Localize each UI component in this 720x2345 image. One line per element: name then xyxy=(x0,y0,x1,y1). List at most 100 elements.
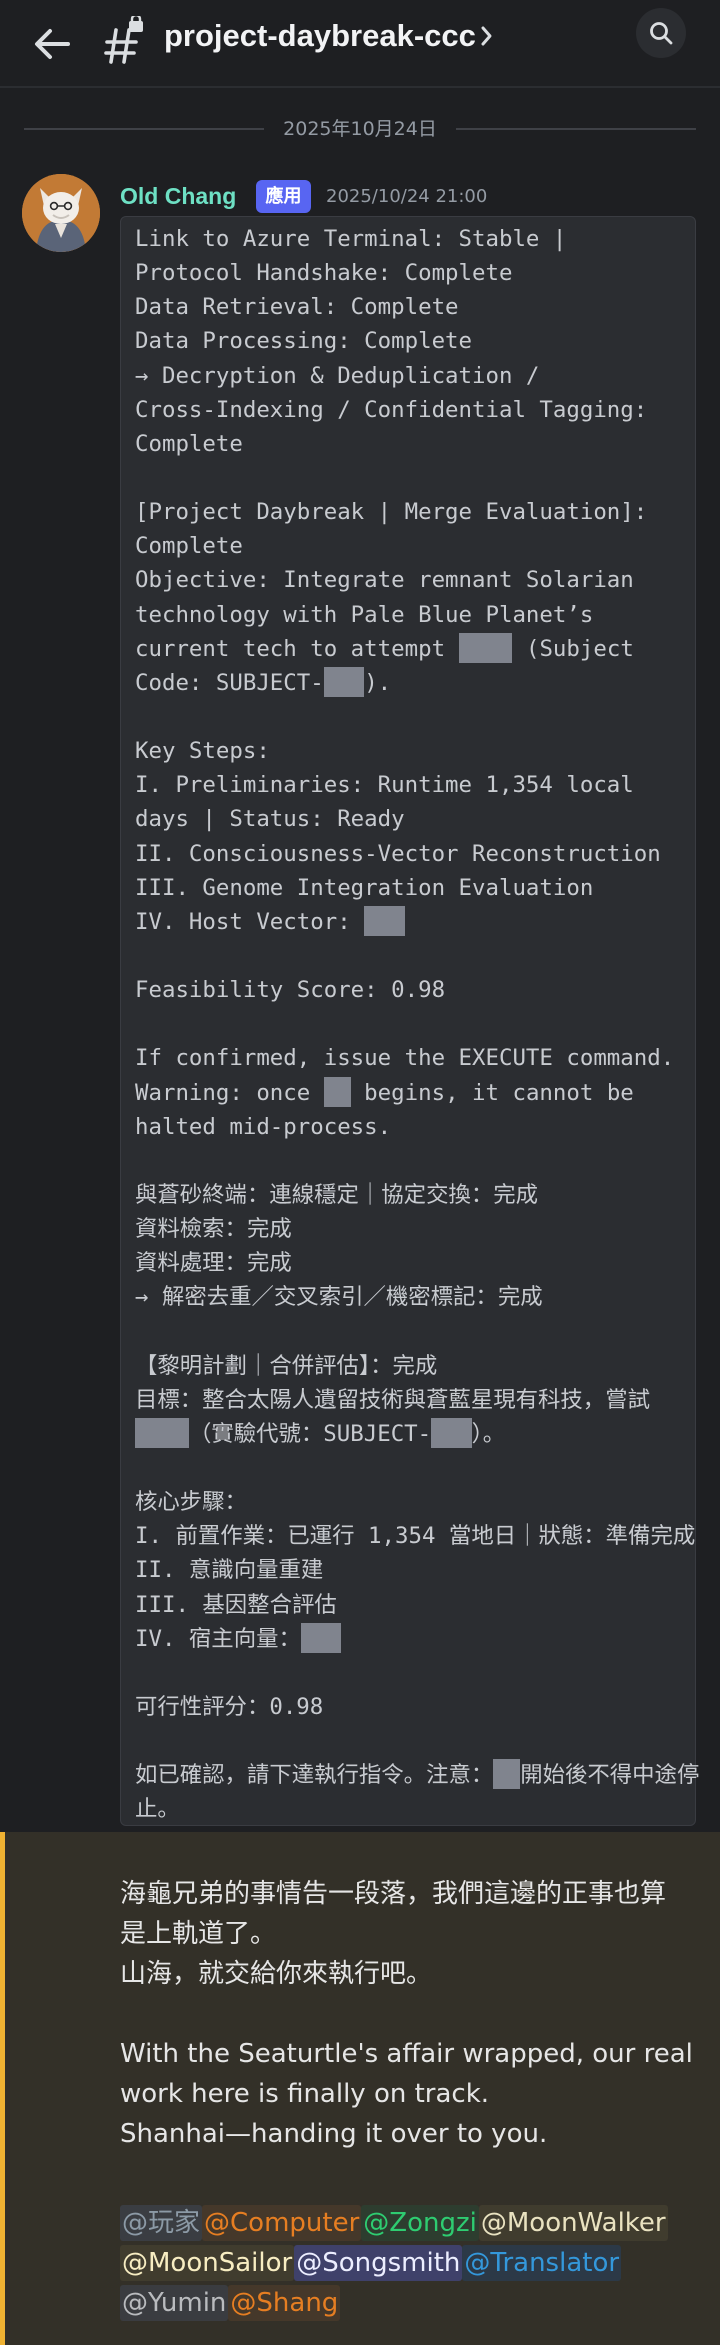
code-line-text: IV. 宿主向量： xyxy=(135,1625,301,1652)
user-mention[interactable]: @Songsmith xyxy=(294,2245,463,2281)
code-line-text: 與蒼砂終端：連線穩定｜協定交換：完成 xyxy=(135,1181,539,1208)
message-timestamp: 2025/10/24 21:00 xyxy=(326,186,488,207)
code-line-text: 開始後不得中途停 xyxy=(520,1762,700,1789)
code-line-text: 【黎明計劃｜合併評估】：完成 xyxy=(135,1352,438,1379)
search-button[interactable] xyxy=(636,8,686,58)
code-line-text: Feasibility Score: 0.98 xyxy=(135,977,446,1004)
code-line: 核心步驟： xyxy=(135,1485,695,1519)
code-line-text: Data Processing: Complete xyxy=(135,328,473,355)
code-line: 目標：整合太陽人遺留技術與蒼藍星現有科技，嘗試 xyxy=(135,1383,695,1417)
date-divider: 2025年10月24日 xyxy=(24,114,696,144)
code-line: current tech to attempt (Subject xyxy=(135,632,695,666)
code-block-text: Link to Azure Terminal: Stable | Protocol… xyxy=(135,222,699,1827)
code-line-text: IV. Host Vector: xyxy=(135,908,365,935)
user-mention[interactable]: @玩家 xyxy=(120,2205,203,2241)
code-line-text: 如已確認，請下達執行指令。注意： xyxy=(135,1762,494,1789)
code-line: Code: SUBJECT-). xyxy=(135,666,695,700)
code-line-text: Objective: Integrate remnant Solarian xyxy=(135,567,634,594)
redacted-block xyxy=(431,1417,472,1448)
user-mention[interactable]: @MoonSailor xyxy=(120,2245,295,2281)
code-line-text: 目標：整合太陽人遺留技術與蒼藍星現有科技，嘗試 xyxy=(135,1386,650,1413)
code-line: 【黎明計劃｜合併評估】：完成 xyxy=(135,1349,695,1383)
redacted-block xyxy=(458,632,513,663)
code-line-text: III. 基因整合評估 xyxy=(135,1591,337,1618)
code-line: 與蒼砂終端：連線穩定｜協定交換：完成 xyxy=(135,1178,695,1212)
code-line: Feasibility Score: 0.98 xyxy=(135,973,695,1007)
search-icon xyxy=(650,22,673,45)
message-author[interactable]: Old Chang xyxy=(120,181,236,211)
code-line-text: 止。 xyxy=(135,1796,180,1823)
redacted-block xyxy=(493,1759,521,1790)
mention-row: @玩家 @Computer @Zongzi @MoonWalker xyxy=(120,2205,668,2243)
user-mention[interactable]: @Translator xyxy=(462,2245,622,2281)
user-mention[interactable]: @Shang xyxy=(228,2285,341,2321)
code-line: Warning: once begins, it cannot be xyxy=(135,1076,695,1110)
code-line: III. 基因整合評估 xyxy=(135,1588,695,1622)
code-line: Complete xyxy=(135,529,695,563)
user-mention[interactable]: @Zongzi xyxy=(361,2205,479,2241)
code-line: Data Retrieval: Complete xyxy=(135,290,695,324)
code-line-text: Cross-Indexing / Confidential Tagging: xyxy=(135,396,648,423)
code-line-text: If confirmed, issue the EXECUTE command. xyxy=(135,1045,675,1072)
code-line-text: Complete xyxy=(135,533,243,560)
code-line-text: → 解密去重／交叉索引／機密標記：完成 xyxy=(135,1284,543,1311)
user-mention[interactable]: @Yumin xyxy=(120,2285,229,2321)
redacted-block xyxy=(135,1417,189,1448)
mention-row: @Yumin @Shang xyxy=(120,2285,341,2323)
code-line: 止。 xyxy=(135,1792,695,1826)
code-line: Link to Azure Terminal: Stable | xyxy=(135,222,695,256)
code-line-text: (Subject xyxy=(512,635,634,662)
code-line: I. 前置作業：已運行 1,354 當地日｜狀態：準備完成 xyxy=(135,1519,695,1553)
code-line-text: Warning: once xyxy=(135,1079,324,1106)
code-line-text: Protocol Handshake: Complete xyxy=(135,260,513,287)
code-line: 資料處理：完成 xyxy=(135,1246,695,1280)
code-line: 如已確認，請下達執行指令。注意： 開始後不得中途停 xyxy=(135,1758,699,1792)
code-line-text: I. Preliminaries: Runtime 1,354 local xyxy=(135,772,634,799)
channel-title[interactable]: project-daybreak-ccc xyxy=(164,16,476,56)
code-line: 可行性評分：0.98 xyxy=(135,1690,695,1724)
code-line: IV. Host Vector: xyxy=(135,905,695,939)
code-line-text: I. 前置作業：已運行 1,354 當地日｜狀態：準備完成 xyxy=(135,1523,696,1550)
code-line: IV. 宿主向量： xyxy=(135,1622,695,1656)
code-line-text: 可行性評分：0.98 xyxy=(135,1694,324,1721)
arrow-left-icon xyxy=(35,29,70,59)
code-line-text: current tech to attempt xyxy=(135,635,459,662)
user-mention[interactable]: @MoonWalker xyxy=(478,2205,668,2241)
mention-accent-bar xyxy=(0,1832,5,2345)
code-line-text: ）。 xyxy=(471,1420,506,1447)
code-line-text: 資料檢索：完成 xyxy=(135,1216,292,1243)
avatar[interactable] xyxy=(22,174,100,252)
code-line-text: 核心步驟： xyxy=(135,1489,247,1516)
code-line: Complete xyxy=(135,427,695,461)
code-line-text: （實驗代號：SUBJECT- xyxy=(188,1420,432,1447)
locked-thread-hash-icon xyxy=(104,13,148,66)
user-mention[interactable]: @Computer xyxy=(202,2205,362,2241)
message-body: 海龜兄弟的事情告一段落，我們這邊的正事也算 是上軌道了。 山海，就交給你來執行吧… xyxy=(120,1879,693,2149)
channel-header: project-daybreak-ccc xyxy=(0,0,720,88)
code-line: II. Consciousness-Vector Reconstruction xyxy=(135,837,695,871)
code-line: → 解密去重／交叉索引／機密標記：完成 xyxy=(135,1280,695,1314)
code-line-text: halted mid-process. xyxy=(135,1113,392,1140)
code-line-text: days | Status: Ready xyxy=(135,806,405,833)
code-line: 資料檢索：完成 xyxy=(135,1212,695,1246)
chevron-right-icon[interactable] xyxy=(478,22,496,50)
code-line-text: Data Retrieval: Complete xyxy=(135,294,459,321)
back-button[interactable] xyxy=(28,20,76,68)
code-line: （實驗代號：SUBJECT- ）。 xyxy=(135,1417,695,1451)
code-line-text: Link to Azure Terminal: Stable | xyxy=(135,226,567,252)
code-line-text: ). xyxy=(364,669,392,696)
code-line: technology with Pale Blue Planet’s xyxy=(135,598,695,632)
code-line-text: begins, it cannot be xyxy=(350,1079,634,1106)
code-line-text: II. 意識向量重建 xyxy=(135,1557,324,1584)
code-line-text: → Decryption & Deduplication / xyxy=(135,362,540,389)
code-line-text: [Project Daybreak | Merge Evaluation]: xyxy=(135,499,648,526)
code-line: Data Processing: Complete xyxy=(135,324,695,358)
code-line-text: Key Steps: xyxy=(135,738,270,765)
